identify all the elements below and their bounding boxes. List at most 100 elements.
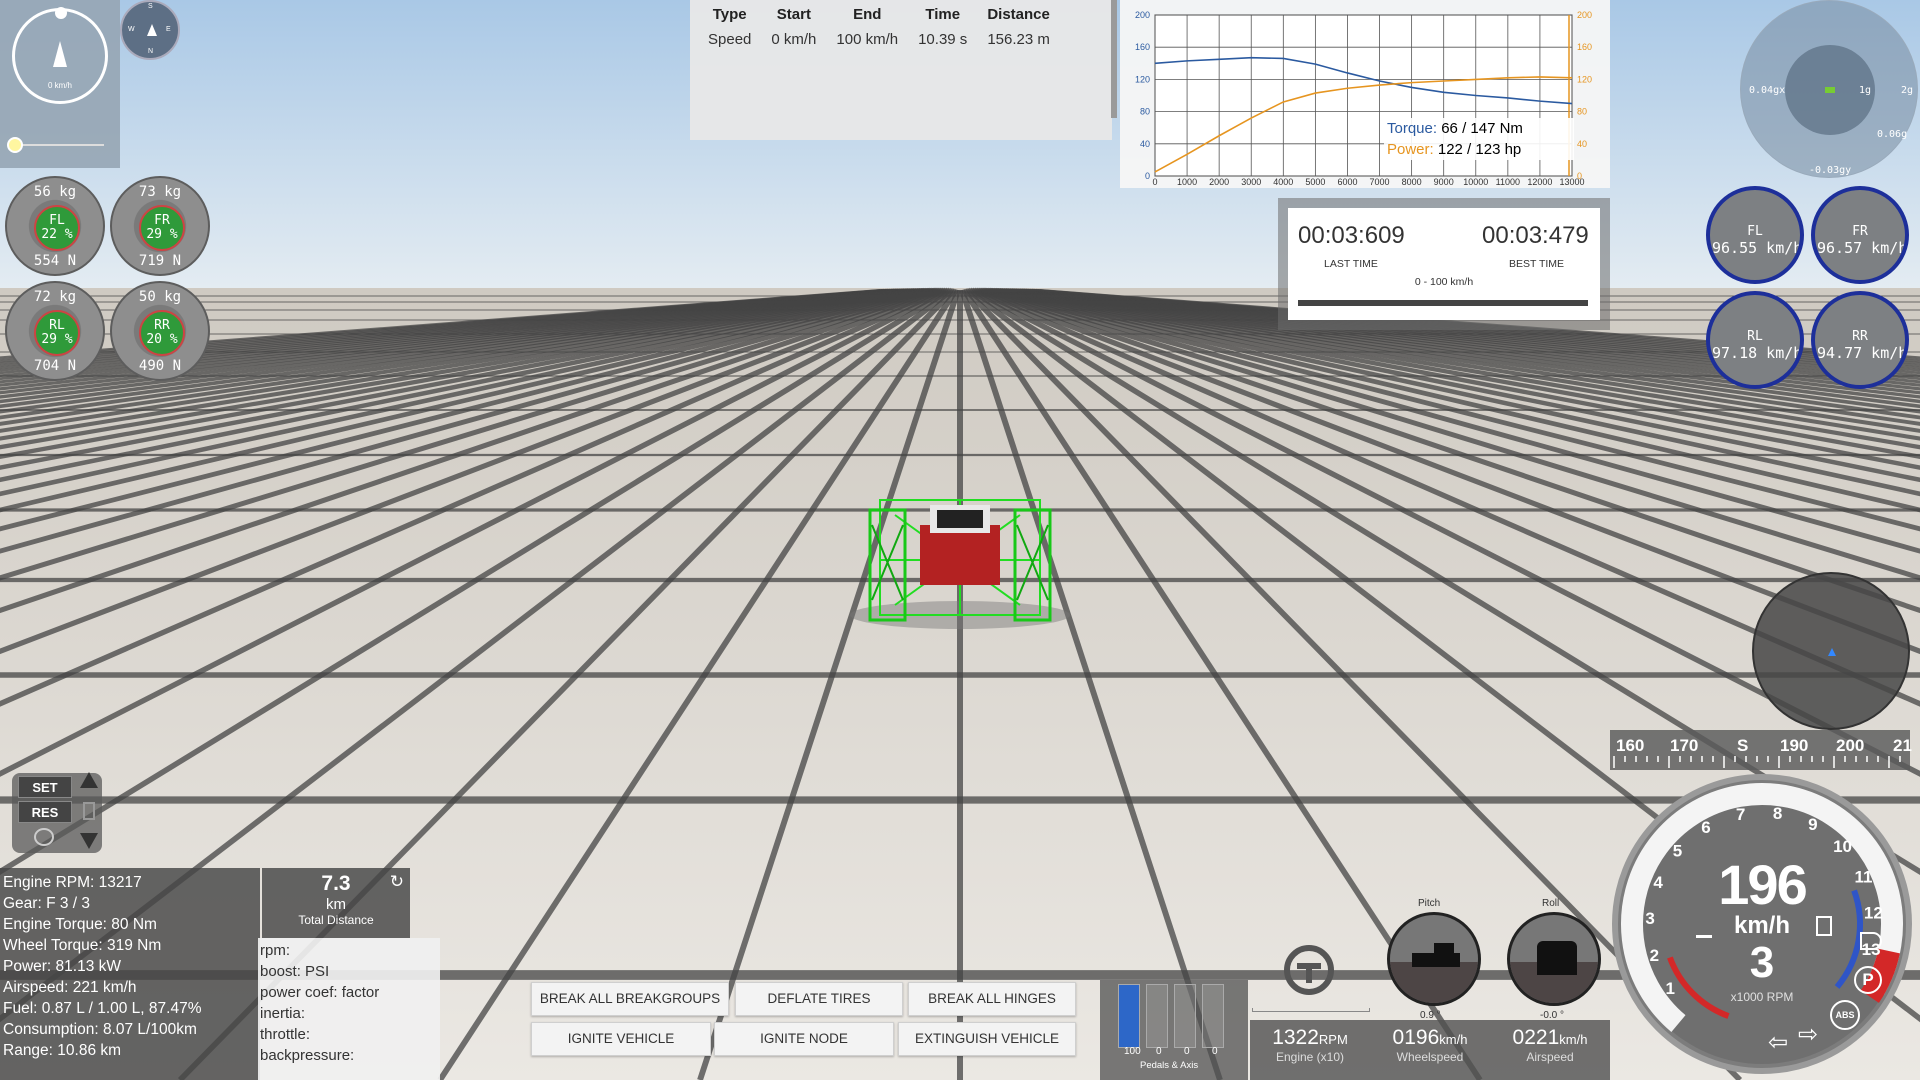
wheel-speed-label: FL: [1747, 224, 1763, 239]
cruise-up-icon[interactable]: [80, 772, 98, 788]
engine-rpm-readout: 1322RPM Engine (x10): [1250, 1020, 1370, 1080]
pedal-value-parking: 0: [1212, 1046, 1218, 1057]
tire-percent: 22 %: [41, 227, 73, 242]
tire-load-kg: 73 kg: [138, 184, 182, 200]
timer-inner: 00:03:609 LAST TIME 00:03:479 BEST TIME …: [1288, 208, 1600, 320]
y-left-tick-label: 120: [1135, 74, 1150, 84]
tire-position: RR: [154, 318, 170, 333]
pedal-throttle: [1118, 984, 1140, 1048]
stat-consumption: Consumption: 8.07 L/100km: [3, 1021, 197, 1038]
mini-compass-e: E: [166, 26, 171, 33]
abs-icon: ABS: [1830, 1000, 1860, 1030]
mini-compass-s: S: [148, 3, 153, 10]
extinguish-vehicle-button[interactable]: EXTINGUISH VEHICLE: [898, 1022, 1076, 1056]
readout-label: Airspeed: [1526, 1050, 1574, 1064]
table-scrollbar[interactable]: [1111, 0, 1117, 118]
pedal-value-throttle: 100: [1124, 1046, 1141, 1057]
tire-position: FL: [49, 213, 65, 228]
cruise-limit-icon[interactable]: [83, 802, 95, 820]
col-header-end: End: [853, 6, 882, 23]
wheel-speed-label: FR: [1852, 224, 1868, 239]
g-force-y-right: 0.06g: [1877, 129, 1908, 140]
tire-core: FR 29 %: [139, 205, 185, 251]
x-tick-label: 3000: [1241, 177, 1261, 187]
x-tick-label: 11000: [1496, 177, 1520, 187]
north-marker: [55, 7, 67, 19]
g-force-1g: 1g: [1859, 85, 1872, 96]
vehicle-stats: Engine RPM: 13217 Gear: F 3 / 3 Engine T…: [0, 868, 260, 1080]
pedal-value-brake: 0: [1156, 1046, 1162, 1057]
heading-tick-210: 21: [1893, 736, 1912, 755]
table-row: Speed 0 km/h 100 km/h 10.39 s 156.23 m: [698, 25, 1060, 50]
tire-percent: 29 %: [41, 332, 73, 347]
distance-panel: 7.3 km Total Distance ↻: [262, 868, 410, 938]
cell-distance: 156.23 m: [987, 31, 1050, 48]
y-right-tick-label: 40: [1577, 139, 1587, 149]
col-header-type: Type: [712, 6, 747, 23]
roll-indicator: [1507, 912, 1601, 1006]
cell-time: 10.39 s: [918, 31, 968, 48]
cruise-control: SET RES: [12, 772, 102, 853]
x-tick-label: 10000: [1463, 177, 1488, 187]
distance-unit: km: [326, 896, 346, 913]
legend-power-value: 122 / 123 hp: [1437, 141, 1522, 158]
y-left-tick-label: 40: [1140, 139, 1150, 149]
cruise-down-icon[interactable]: [80, 833, 98, 849]
heading-tick-170: 170: [1670, 736, 1699, 755]
last-time-value: 00:03:609: [1298, 222, 1405, 249]
col-header-distance: Distance: [987, 6, 1050, 23]
wheel-speed-fl: FL 96.55 km/h: [1706, 186, 1804, 284]
tire-core: FL 22 %: [34, 205, 80, 251]
heading-arrow-icon: [53, 41, 67, 67]
tire-gauge-rr: 50 kg RR 20 % 490 N: [110, 281, 210, 381]
radar-vehicle-icon: [1828, 648, 1836, 656]
readout-value: 0196: [1392, 1026, 1440, 1049]
deflate-tires-button[interactable]: DEFLATE TIRES: [735, 982, 903, 1016]
radar: [1752, 572, 1910, 730]
steering-wheel-icon: [1284, 945, 1334, 995]
graph-legend: Torque: 66 / 147 Nm Power: 122 / 123 hp: [1384, 118, 1574, 160]
stat-fuel: Fuel: 0.87 L / 1.00 L, 87.47%: [3, 1000, 202, 1017]
tire-percent: 20 %: [146, 332, 178, 347]
wheel-speed-value: 94.77 km/h: [1817, 344, 1908, 362]
x-tick-label: 4000: [1273, 177, 1293, 187]
speed-value: 196: [1718, 853, 1807, 916]
roll-label: Roll: [1542, 898, 1560, 909]
break-all-breakgroups-button[interactable]: BREAK ALL BREAKGROUPS: [531, 982, 729, 1016]
cruise-resume-button[interactable]: RES: [18, 801, 72, 823]
reset-icon[interactable]: ↻: [390, 872, 404, 892]
compass-speed: 0 km/h: [47, 81, 72, 90]
x-tick-label: 5000: [1305, 177, 1325, 187]
ignite-vehicle-button[interactable]: IGNITE VEHICLE: [531, 1022, 711, 1056]
mini-compass: S E W N: [120, 0, 180, 60]
tire-force-n: 719 N: [138, 253, 182, 269]
break-all-hinges-button[interactable]: BREAK ALL HINGES: [908, 982, 1076, 1016]
ignite-node-button[interactable]: IGNITE NODE: [714, 1022, 894, 1056]
tire-load-kg: 72 kg: [33, 289, 77, 305]
distance-value: 7.3: [321, 872, 351, 895]
cruise-set-button[interactable]: SET: [18, 776, 72, 798]
y-left-tick-label: 0: [1145, 171, 1150, 181]
tire-core: RR 20 %: [139, 310, 185, 356]
heading-tape-ticks: [1613, 756, 1901, 768]
rpm-tick-label: 6: [1701, 818, 1710, 837]
wheel-speed-rr: RR 94.77 km/h: [1811, 291, 1909, 389]
coolant-temp-icon: [1696, 916, 1712, 938]
col-header-time: Time: [925, 6, 961, 23]
cell-start: 0 km/h: [771, 31, 817, 48]
parking-brake-icon: P: [1854, 966, 1882, 994]
turn-left-icon: ⇦: [1768, 1029, 1789, 1056]
zoom-slider-handle[interactable]: [7, 137, 23, 153]
legend-power-label: Power:: [1387, 141, 1434, 158]
heading-tick-200: 200: [1836, 736, 1865, 755]
col-header-start: Start: [776, 6, 811, 23]
cruise-speedometer-icon: [34, 828, 54, 846]
airspeed-readout: 0221km/h Airspeed: [1490, 1020, 1610, 1080]
engine-map-power-coef: power coef: factor: [260, 984, 380, 1001]
y-right-tick-label: 160: [1577, 42, 1592, 52]
readout-unit: RPM: [1318, 1032, 1348, 1047]
heading-tick-s: S: [1737, 736, 1749, 755]
tire-force-n: 704 N: [33, 358, 77, 374]
y-right-tick-label: 120: [1577, 74, 1592, 84]
wheel-speed-value: 96.55 km/h: [1712, 239, 1803, 257]
